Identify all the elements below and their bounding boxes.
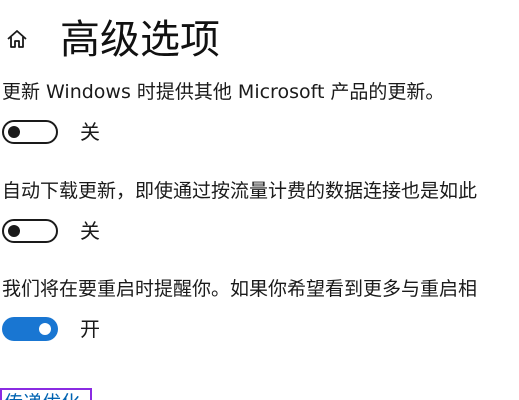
setting-other-products-text: 更新 Windows 时提供其他 Microsoft 产品的更新。 [2,81,445,103]
toggle-restart-reminder[interactable] [2,317,58,341]
toggle-other-products-row: 关 [2,118,202,146]
setting-restart-reminder-text: 我们将在要重启时提醒你。如果你希望看到更多与重启相 [2,278,478,300]
toggle-restart-reminder-row: 开 [2,315,202,343]
toggle-other-products-label: 关 [80,120,100,144]
home-icon[interactable] [6,28,28,50]
delivery-optimization-link[interactable]: 传递优化 [0,388,92,400]
toggle-metered-download[interactable] [2,219,58,243]
toggle-restart-reminder-label: 开 [80,317,100,341]
toggle-knob [8,126,20,138]
toggle-metered-download-row: 关 [2,217,202,245]
toggle-metered-download-label: 关 [80,219,100,243]
toggle-knob [8,225,20,237]
page-title: 高级选项 [60,17,220,63]
toggle-other-products[interactable] [2,120,58,144]
page-header: 高级选项 [0,14,519,74]
toggle-knob [39,323,51,335]
delivery-optimization-link-label: 传递优化 [4,390,80,400]
setting-metered-download-text: 自动下载更新，即使通过按流量计费的数据连接也是如此 [2,180,478,202]
